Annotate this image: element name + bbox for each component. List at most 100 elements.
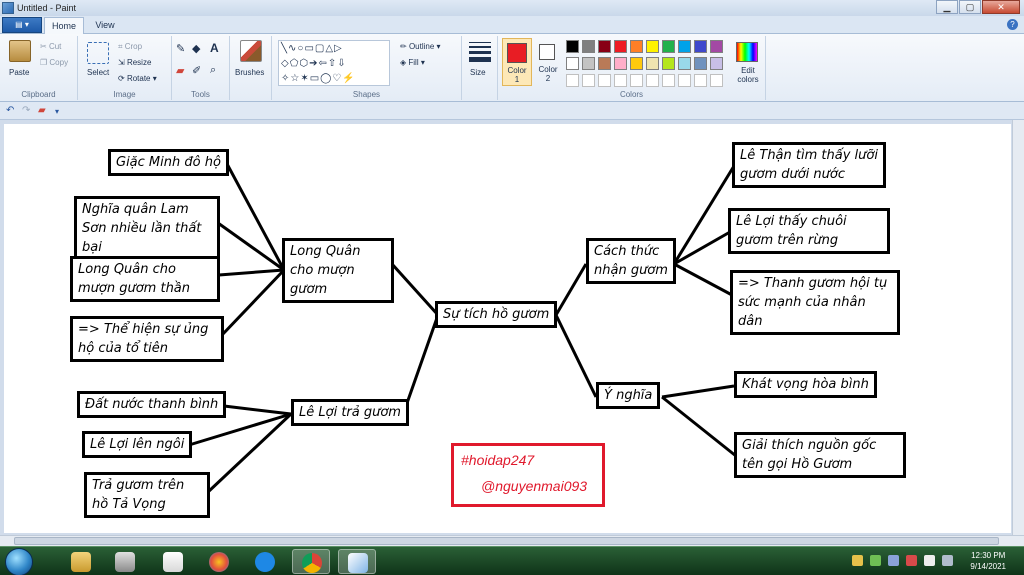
palette-empty-swatch[interactable]	[598, 74, 611, 87]
size-button[interactable]: Size	[470, 68, 486, 77]
palette-swatch[interactable]	[566, 57, 579, 70]
speaker-icon[interactable]	[942, 555, 953, 566]
palette-swatch[interactable]	[566, 40, 579, 53]
system-tray: 12:30 PM 9/14/2021	[844, 547, 1024, 575]
maximize-button[interactable]: ▢	[959, 0, 981, 14]
antivirus-icon[interactable]	[906, 555, 917, 566]
palette-swatch[interactable]	[582, 57, 595, 70]
edit-colors-icon[interactable]	[736, 42, 758, 62]
taskbar-photos[interactable]	[200, 549, 238, 574]
taskbar-zalo[interactable]	[246, 549, 284, 574]
close-button[interactable]: ✕	[982, 0, 1020, 14]
palette-swatch[interactable]	[614, 40, 627, 53]
clock[interactable]: 12:30 PM 9/14/2021	[970, 550, 1006, 572]
undo-icon[interactable]: ↶	[6, 105, 14, 116]
paint-app-icon[interactable]	[2, 2, 14, 14]
device-icon[interactable]	[888, 555, 899, 566]
rotate-button[interactable]: ⟳ Rotate ▾	[118, 74, 157, 83]
paste-button[interactable]: Paste	[9, 68, 29, 77]
taskbar-paint[interactable]	[338, 549, 376, 574]
file-menu-button[interactable]: ▤ ▾	[2, 17, 42, 33]
magnifier-icon[interactable]: ⌕	[210, 64, 216, 77]
palette-swatch[interactable]	[710, 57, 723, 70]
vertical-scrollbar[interactable]	[1012, 120, 1024, 535]
palette-swatch[interactable]	[646, 40, 659, 53]
brush-icon[interactable]	[240, 40, 262, 62]
brushes-button[interactable]: Brushes	[235, 68, 264, 77]
network-icon[interactable]	[870, 555, 881, 566]
connector-line	[661, 384, 735, 399]
line-size-icon[interactable]	[469, 42, 491, 62]
palette-empty-swatch[interactable]	[710, 74, 723, 87]
watermark-box: #hoidap247 @nguyenmai093	[451, 443, 605, 507]
palette-swatch[interactable]	[662, 40, 675, 53]
colors-group-label: Colors	[619, 90, 644, 99]
horizontal-scroll-thumb[interactable]	[14, 537, 999, 545]
clipboard-group-label: Clipboard	[21, 90, 56, 99]
palette-swatch[interactable]	[598, 40, 611, 53]
volume-icon[interactable]	[852, 555, 863, 566]
palette-swatch[interactable]	[630, 40, 643, 53]
paste-icon[interactable]	[9, 40, 31, 62]
taskbar-app[interactable]	[154, 549, 192, 574]
eraser-qat-icon[interactable]: ▰	[38, 105, 46, 116]
taskbar-snipping-tool[interactable]	[106, 549, 144, 574]
outline-button[interactable]: ✏ Outline ▾	[400, 42, 441, 51]
photos-icon	[209, 552, 229, 572]
palette-swatch[interactable]	[662, 57, 675, 70]
fill-bucket-icon[interactable]: ◆	[192, 42, 200, 55]
clipboard-group: Paste ✂ Cut ❐ Copy Clipboard	[0, 36, 78, 100]
tab-home[interactable]: Home	[44, 17, 84, 35]
palette-empty-swatch[interactable]	[614, 74, 627, 87]
palette-swatch[interactable]	[678, 57, 691, 70]
horizontal-scrollbar[interactable]	[0, 535, 1024, 546]
palette-swatch[interactable]	[694, 57, 707, 70]
help-icon[interactable]: ?	[1007, 19, 1018, 30]
color1-button[interactable]: Color 1	[502, 38, 532, 86]
fill-button[interactable]: ◈ Fill ▾	[400, 58, 425, 67]
color-picker-icon[interactable]: ✐	[192, 64, 201, 77]
redo-icon[interactable]: ↷	[22, 105, 30, 116]
palette-empty-swatch[interactable]	[694, 74, 707, 87]
palette-swatch[interactable]	[678, 40, 691, 53]
power-icon[interactable]	[924, 555, 935, 566]
palette-swatch[interactable]	[582, 40, 595, 53]
palette-swatch[interactable]	[710, 40, 723, 53]
eraser-icon[interactable]: ▰	[176, 64, 184, 77]
palette-empty-swatch[interactable]	[582, 74, 595, 87]
copy-button[interactable]: ❐ Copy	[40, 58, 68, 67]
minimize-button[interactable]: ▁	[936, 0, 958, 14]
crop-button[interactable]: ⌗ Crop	[118, 42, 142, 52]
start-button[interactable]	[5, 548, 33, 575]
palette-empty-swatch[interactable]	[678, 74, 691, 87]
customize-qat-icon[interactable]: ▾	[55, 107, 59, 116]
cut-button[interactable]: ✂ Cut	[40, 42, 61, 51]
palette-swatch[interactable]	[646, 57, 659, 70]
taskbar-explorer[interactable]	[62, 549, 100, 574]
taskbar-chrome[interactable]	[292, 549, 330, 574]
chrome-icon	[302, 553, 322, 573]
quick-access-toolbar: ↶ ↷ ▰ ▾	[0, 102, 1024, 120]
palette-swatch[interactable]	[630, 57, 643, 70]
mindmap-node-thanh-guom: => Thanh gươm hội tụ sức mạnh của nhân d…	[730, 270, 900, 335]
palette-empty-swatch[interactable]	[630, 74, 643, 87]
mindmap-node-dat-nuoc: Đất nước thanh bình	[77, 391, 227, 418]
palette-empty-swatch[interactable]	[566, 74, 579, 87]
resize-label: Resize	[126, 58, 152, 67]
edit-colors-button[interactable]: Edit colors	[734, 66, 762, 84]
select-icon[interactable]	[87, 42, 109, 64]
text-tool-icon[interactable]: A	[210, 41, 219, 55]
tab-view[interactable]: View	[86, 17, 124, 35]
palette-empty-swatch[interactable]	[662, 74, 675, 87]
select-button[interactable]: Select	[87, 68, 109, 77]
shapes-group-label: Shapes	[352, 90, 381, 99]
resize-button[interactable]: ⇲ Resize	[118, 58, 151, 67]
palette-swatch[interactable]	[694, 40, 707, 53]
color2-button[interactable]: Color 2	[534, 38, 562, 86]
pencil-icon[interactable]: ✎	[176, 42, 185, 55]
palette-swatch[interactable]	[598, 57, 611, 70]
shapes-gallery[interactable]: ╲∿○▭▢△▷ ◇⬠⬡➔⇦⇧⇩ ✧☆✶▭◯♡⚡	[278, 40, 390, 86]
palette-swatch[interactable]	[614, 57, 627, 70]
palette-empty-swatch[interactable]	[646, 74, 659, 87]
window-title: Untitled - Paint	[17, 3, 77, 13]
